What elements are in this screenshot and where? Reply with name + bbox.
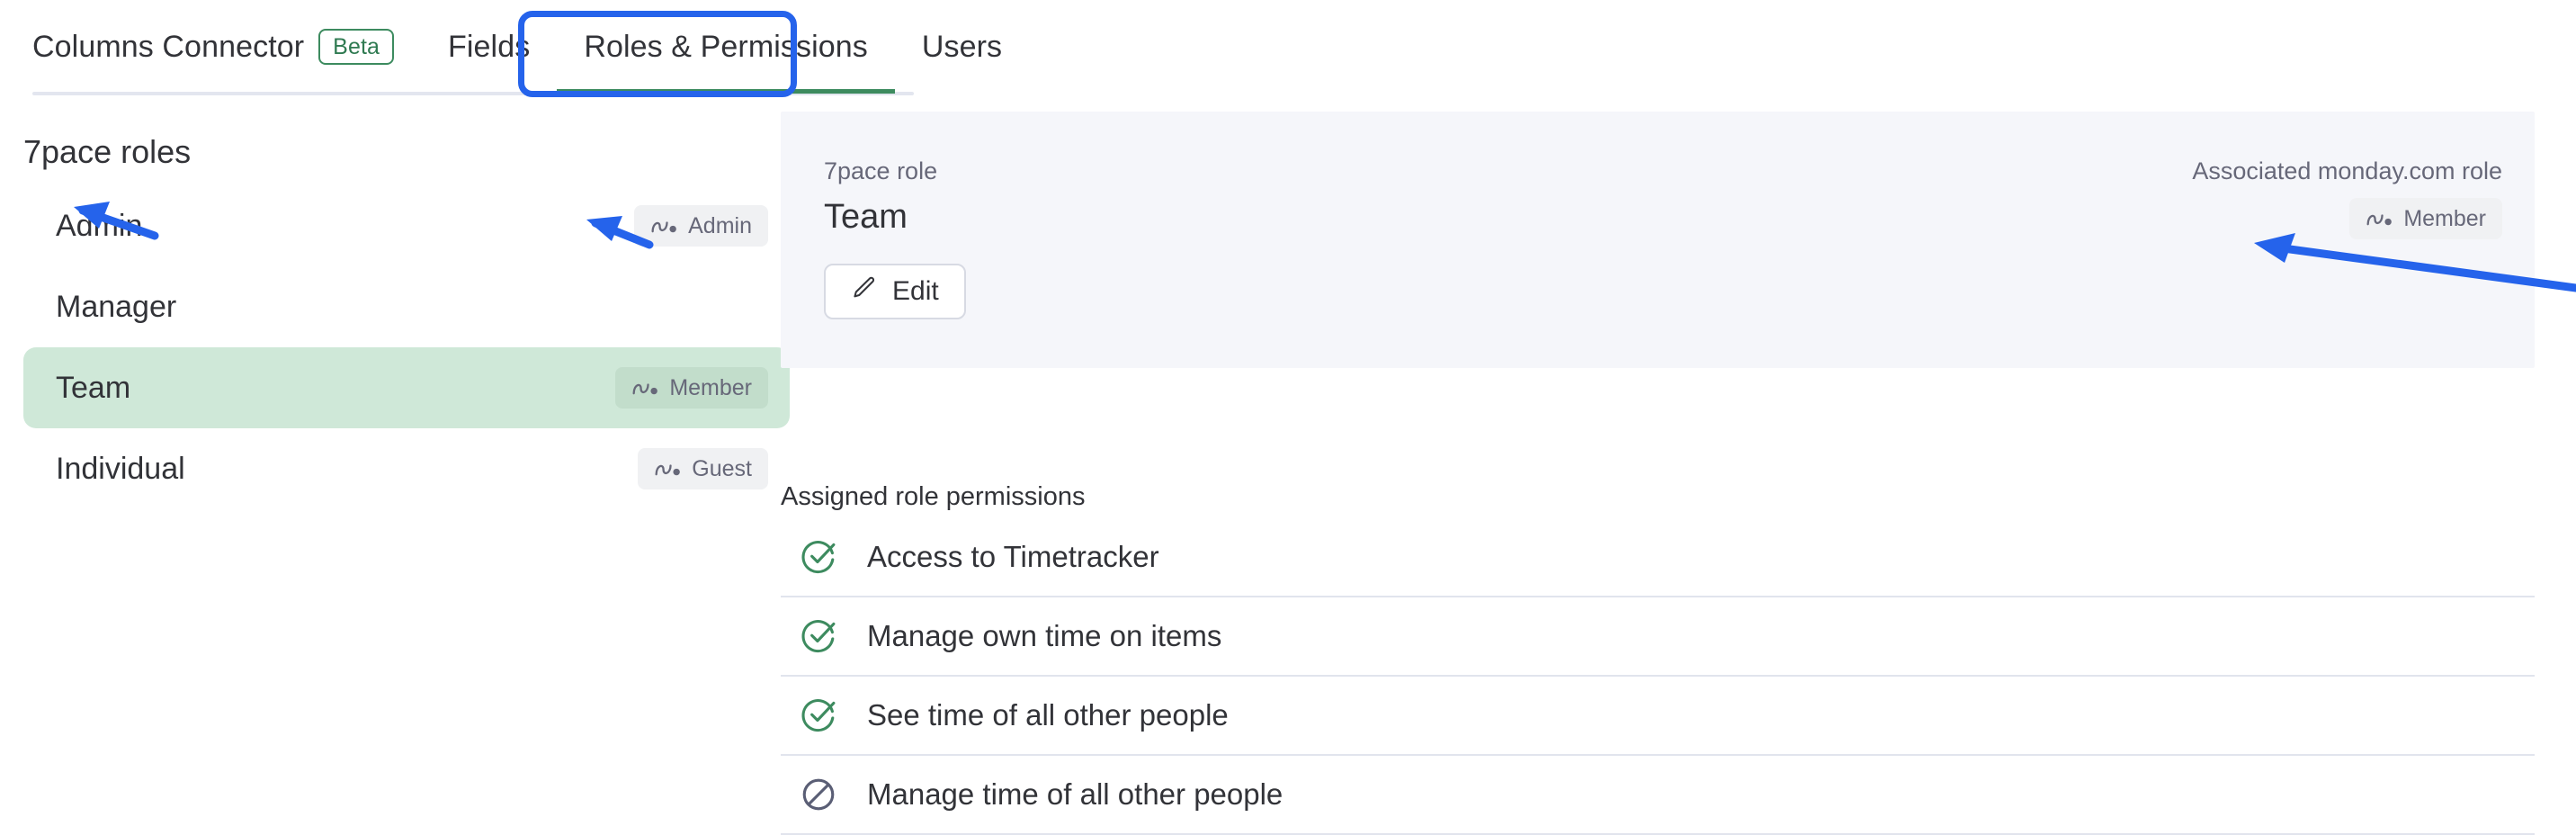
role-list-item-label: Team (56, 370, 131, 405)
role-list-item-manager[interactable]: Manager (23, 266, 790, 347)
role-detail-panel: 7pace role Team Edit Associated monday.c… (781, 95, 2576, 835)
settings-page: Columns Connector Beta Fields Roles & Permi… (0, 0, 2576, 835)
role-list-item-team[interactable]: Team Member (23, 347, 790, 428)
monday-role-badge-label: Member (669, 374, 752, 400)
monday-role-badge: Guest (638, 448, 768, 489)
monday-logo-icon (654, 460, 681, 478)
role-list-item-admin[interactable]: Admin Admin (23, 185, 790, 266)
role-card-right: Associated monday.com role Member (2192, 157, 2502, 240)
permission-label: Access to Timetracker (867, 540, 1159, 573)
edit-role-label: Edit (892, 276, 939, 307)
pencil-icon (851, 274, 878, 309)
role-card-left: 7pace role Team Edit (824, 157, 966, 320)
role-list-item-label: Manager (56, 289, 177, 324)
role-card-title: Team (824, 198, 908, 237)
page-body: 7pace roles Admin Admin Manager Team Member I… (0, 95, 2576, 835)
check-circle-icon (799, 616, 838, 656)
tab-label: Users (921, 29, 1003, 64)
monday-logo-icon (650, 217, 677, 235)
assigned-permissions-heading: Assigned role permissions (781, 482, 1086, 511)
monday-role-badge: Admin (634, 205, 768, 247)
tab-fields[interactable]: Fields (421, 0, 557, 94)
monday-logo-icon (631, 379, 658, 397)
associated-monday-role-label: Associated monday.com role (2192, 157, 2502, 184)
roles-sidebar: 7pace roles Admin Admin Manager Team Member I… (0, 95, 792, 835)
role-list: Admin Admin Manager Team Member Individual Gue… (23, 185, 790, 509)
permission-row: Manage own time on items (781, 597, 2535, 677)
sidebar-title: 7pace roles (23, 133, 192, 170)
associated-monday-role-badge: Member (2349, 198, 2502, 240)
beta-badge: Beta (318, 29, 395, 65)
monday-role-badge-label: Admin (688, 212, 752, 238)
tab-label: Columns Connector (32, 29, 305, 64)
role-list-item-label: Individual (56, 451, 185, 486)
monday-role-badge-label: Guest (692, 455, 752, 481)
role-summary-card: 7pace role Team Edit Associated monday.c… (781, 112, 2535, 368)
edit-role-button[interactable]: Edit (824, 264, 966, 320)
role-list-item-label: Admin (56, 208, 143, 243)
tab-list: Columns Connector Beta Fields Roles & Permi… (0, 0, 1029, 94)
permission-row: See time of all other people (781, 677, 2535, 756)
tab-columns-connector[interactable]: Columns Connector Beta (0, 0, 421, 94)
tab-bar: Columns Connector Beta Fields Roles & Permi… (0, 0, 2576, 95)
monday-role-badge: Member (615, 367, 768, 409)
permission-row: Manage time of all other people (781, 756, 2535, 835)
tab-label: Roles & Permissions (584, 29, 868, 64)
role-card-label: 7pace role (824, 157, 938, 184)
check-circle-icon (799, 537, 838, 577)
role-list-item-individual[interactable]: Individual Guest (23, 428, 790, 509)
monday-logo-icon (2366, 210, 2393, 228)
permission-row: Access to Timetracker (781, 518, 2535, 597)
permission-label: Manage time of all other people (867, 777, 1284, 811)
tab-roles-permissions[interactable]: Roles & Permissions (557, 0, 895, 94)
permissions-list: Access to Timetracker Manage own time on … (781, 518, 2535, 835)
check-circle-icon (799, 696, 838, 735)
tab-label: Fields (448, 29, 531, 64)
blocked-circle-icon (799, 775, 838, 814)
permission-label: Manage own time on items (867, 619, 1222, 652)
permission-label: See time of all other people (867, 698, 1229, 732)
associated-monday-role-text: Member (2403, 205, 2486, 231)
tab-users[interactable]: Users (895, 0, 1029, 94)
